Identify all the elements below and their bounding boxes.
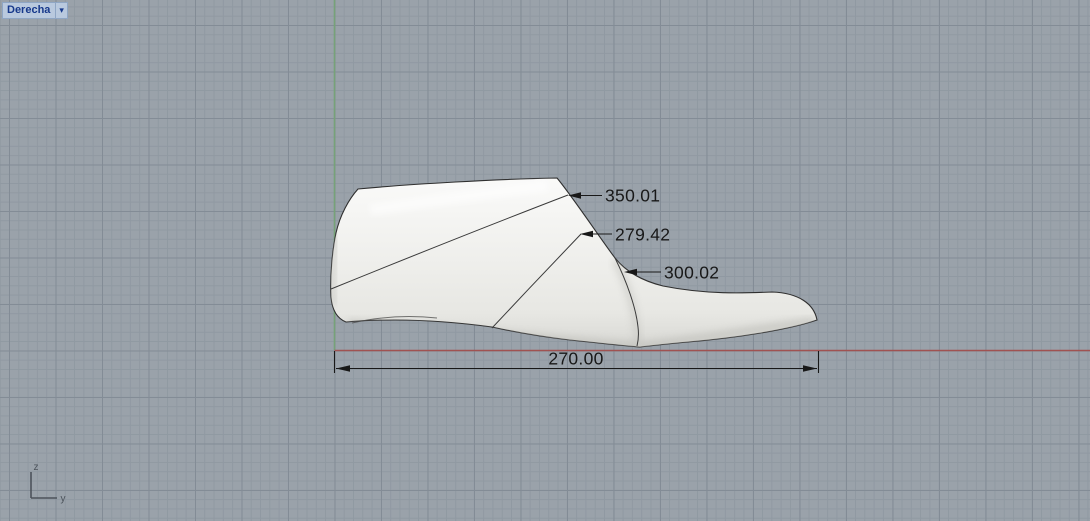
dimension-arrow-left bbox=[336, 365, 350, 372]
dimension-value[interactable]: 270.00 bbox=[548, 349, 603, 369]
dimension-value[interactable]: 350.01 bbox=[605, 186, 660, 206]
dimension-value[interactable]: 279.42 bbox=[615, 225, 670, 245]
viewport-canvas[interactable]: 350.01 279.42 300.02 270.00 z y bbox=[0, 0, 1090, 521]
shoe-last-model[interactable] bbox=[330, 177, 818, 348]
viewport-title[interactable]: Derecha bbox=[3, 3, 55, 19]
viewport-dropdown-icon[interactable]: ▾ bbox=[56, 3, 67, 19]
axis-indicator-y-label: y bbox=[61, 494, 66, 505]
viewport-title-bar[interactable]: Derecha ▾ bbox=[2, 2, 68, 19]
cad-viewport: 350.01 279.42 300.02 270.00 z y Derecha … bbox=[0, 0, 1090, 521]
axis-indicator: z y bbox=[30, 462, 66, 505]
dimension-value[interactable]: 300.02 bbox=[664, 263, 719, 283]
dimension-last-length[interactable]: 270.00 bbox=[333, 349, 820, 374]
axis-indicator-z-label: z bbox=[34, 462, 39, 473]
dimension-arrow-right bbox=[803, 365, 817, 372]
dimension-heel-girth[interactable]: 350.01 bbox=[568, 186, 660, 206]
